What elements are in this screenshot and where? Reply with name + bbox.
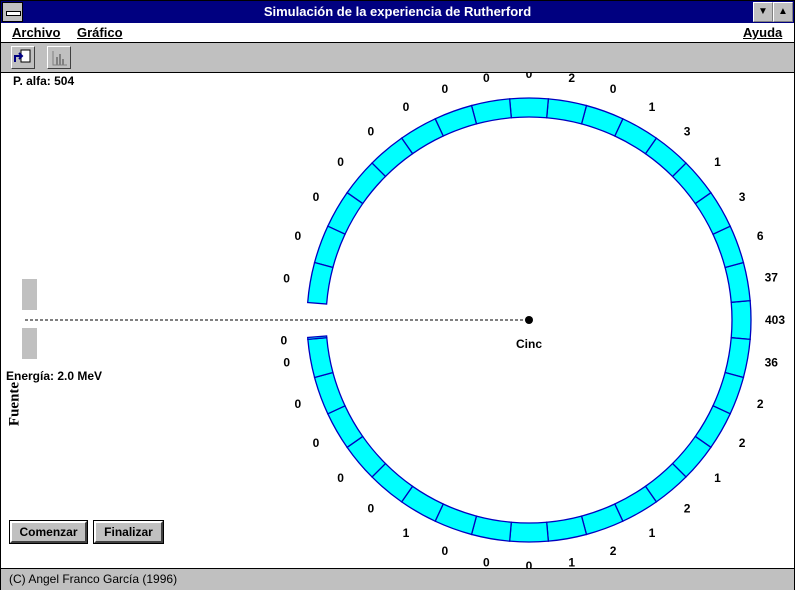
detector-count: 2 bbox=[568, 73, 575, 85]
title-bar: Simulación de la experiencia de Rutherfo… bbox=[1, 1, 794, 23]
detector-count: 1 bbox=[649, 100, 656, 114]
detector-segment bbox=[724, 261, 751, 304]
detector-segment bbox=[306, 261, 334, 305]
histogram-button[interactable] bbox=[47, 46, 71, 69]
detector-count: 0 bbox=[337, 155, 344, 169]
detector-count: 37 bbox=[765, 270, 779, 284]
detector-segment bbox=[580, 503, 624, 536]
detector-segment bbox=[313, 225, 346, 269]
menu-ayuda[interactable]: Ayuda bbox=[743, 25, 782, 40]
target-nucleus bbox=[525, 316, 533, 324]
detector-count: 0 bbox=[283, 271, 290, 285]
detector-count: 0 bbox=[368, 125, 375, 139]
window-title: Simulación de la experiencia de Rutherfo… bbox=[263, 4, 532, 19]
toolbar bbox=[1, 43, 794, 73]
detector-count: 0 bbox=[337, 471, 344, 485]
detector-count: 0 bbox=[294, 397, 301, 411]
start-button[interactable]: Comenzar bbox=[9, 520, 88, 544]
minimize-button[interactable]: ▼ bbox=[753, 2, 773, 22]
detector-ring: 403 37 6 3 1 3 1 0 2 0 0 0 0 0 0 0 0 0 36 2 2 1 2 1 2 1 0 0 0 1 0 0 0 0 0 0 bbox=[25, 73, 785, 568]
detector-segment bbox=[508, 521, 550, 543]
detector-count: 0 bbox=[283, 356, 290, 370]
detector-segment bbox=[724, 336, 751, 379]
detector-count: 3 bbox=[739, 190, 746, 204]
status-bar: (C) Angel Franco García (1996) bbox=[1, 568, 794, 590]
detector-segment bbox=[313, 371, 346, 415]
detector-count: 1 bbox=[714, 471, 721, 485]
detector-count: 0 bbox=[610, 82, 617, 96]
detector-count: 0 bbox=[281, 333, 288, 347]
detector-count: 2 bbox=[610, 544, 617, 558]
detector-segment bbox=[545, 515, 588, 542]
simulation-area: P. alfa: 504 Energía: 2.0 MeV Fuente Cin… bbox=[1, 73, 794, 568]
detector-count: 0 bbox=[526, 559, 533, 568]
detector-count: 0 bbox=[483, 73, 490, 85]
detector-count: 0 bbox=[294, 229, 301, 243]
detector-count: 36 bbox=[765, 356, 779, 370]
detector-count: 2 bbox=[757, 397, 764, 411]
detector-count: 0 bbox=[442, 544, 449, 558]
detector-count: 6 bbox=[757, 229, 764, 243]
menu-bar: Archivo Gráfico Ayuda bbox=[1, 23, 794, 43]
detector-count: 0 bbox=[368, 501, 375, 515]
menu-archivo[interactable]: Archivo bbox=[12, 25, 60, 40]
detector-count: 0 bbox=[483, 555, 490, 568]
detector-segment bbox=[508, 97, 550, 119]
detector-count: 1 bbox=[568, 555, 575, 568]
detector-count: 0 bbox=[313, 436, 320, 450]
detector-count: 403 bbox=[765, 313, 785, 327]
detector-count: 3 bbox=[684, 125, 691, 139]
detector-count: 1 bbox=[649, 526, 656, 540]
detector-count: 0 bbox=[313, 190, 320, 204]
detector-count: 0 bbox=[442, 82, 449, 96]
detector-count: 0 bbox=[403, 100, 410, 114]
detector-count: 2 bbox=[739, 436, 746, 450]
detector-segment bbox=[307, 336, 334, 379]
detector-segment bbox=[470, 515, 513, 542]
detector-count: 1 bbox=[403, 526, 410, 540]
detector-count: 0 bbox=[526, 73, 533, 81]
detector-segment bbox=[545, 98, 588, 125]
detector-segment bbox=[470, 98, 513, 125]
new-simulation-icon bbox=[14, 49, 31, 63]
status-text: (C) Angel Franco García (1996) bbox=[9, 572, 178, 586]
finish-button[interactable]: Finalizar bbox=[93, 520, 164, 544]
detector-segment bbox=[580, 104, 624, 137]
detector-segment bbox=[730, 299, 752, 341]
detector-count: 1 bbox=[714, 155, 721, 169]
menu-grafico[interactable]: Gráfico bbox=[77, 25, 123, 40]
histogram-icon bbox=[52, 51, 67, 66]
main-window: Simulación de la experiencia de Rutherfo… bbox=[0, 0, 795, 590]
maximize-button[interactable]: ▲ bbox=[773, 2, 793, 22]
new-simulation-button[interactable] bbox=[11, 46, 35, 69]
detector-count: 2 bbox=[684, 501, 691, 515]
